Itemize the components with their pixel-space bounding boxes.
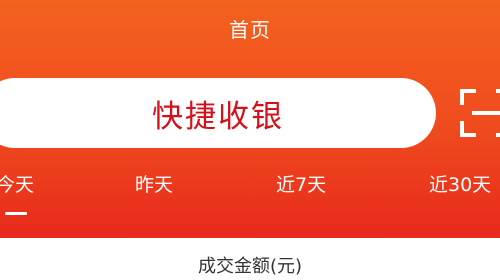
header-banner: 首页 快捷收银 今天 昨天 近7天 近30天 <box>0 0 500 238</box>
quick-cashier-button[interactable]: 快捷收银 <box>0 78 436 148</box>
page-title: 首页 <box>229 18 271 42</box>
scan-icon[interactable] <box>458 87 500 139</box>
quick-cashier-label: 快捷收银 <box>152 98 284 135</box>
tab-yesterday[interactable]: 昨天 <box>135 170 173 197</box>
tab-today[interactable]: 今天 <box>0 170 34 197</box>
active-tab-indicator <box>5 212 27 215</box>
transaction-amount-label: 成交金额(元) <box>197 256 303 277</box>
tab-last-7-days[interactable]: 近7天 <box>276 170 326 197</box>
tab-last-30-days[interactable]: 近30天 <box>429 170 491 197</box>
